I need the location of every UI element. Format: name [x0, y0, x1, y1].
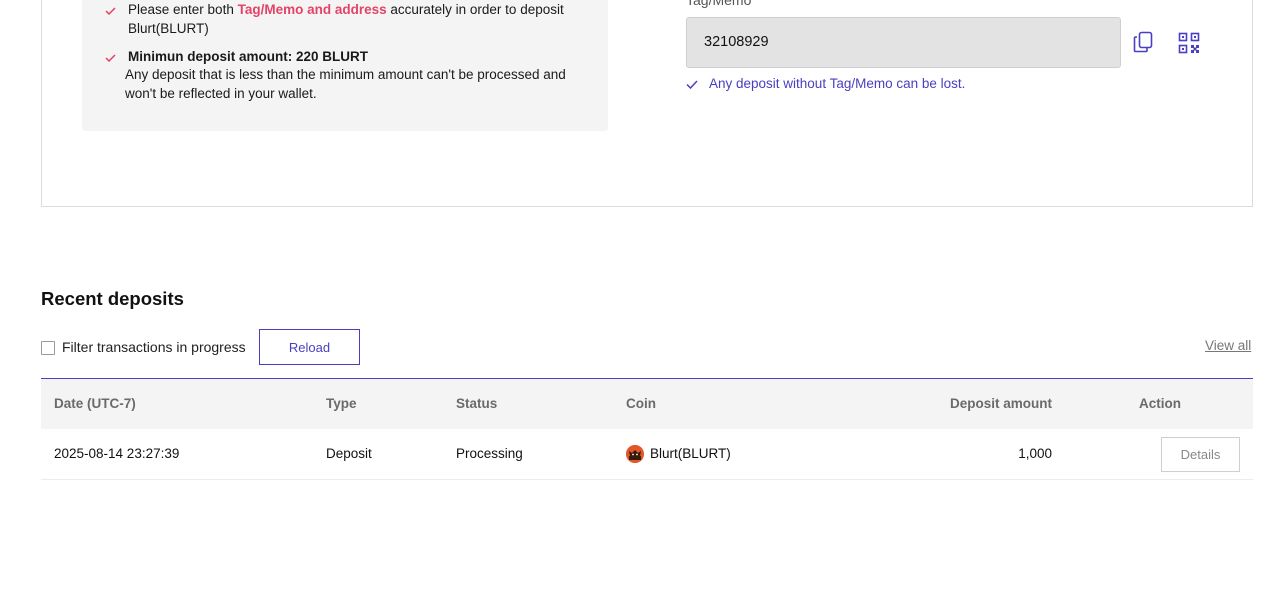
memo-warning-text: Any deposit without Tag/Memo can be lost…	[709, 76, 966, 91]
header-coin: Coin	[626, 396, 656, 411]
header-status: Status	[456, 396, 498, 411]
qr-code-icon[interactable]	[1178, 32, 1200, 54]
details-button[interactable]: Details	[1161, 437, 1240, 472]
deposits-table: Date (UTC-7) Type Status Coin Deposit am…	[41, 378, 1253, 480]
table-row: 2025-08-14 23:27:39 Deposit Processing B…	[41, 429, 1253, 480]
reload-button[interactable]: Reload	[259, 329, 360, 365]
notice-item-2-title: Minimun deposit amount: 220 BLURT	[128, 49, 369, 64]
check-icon	[105, 7, 116, 15]
filter-label: Filter transactions in progress	[62, 339, 246, 355]
notice-item-1: Please enter both Tag/Memo and address a…	[128, 1, 578, 38]
filter-checkbox[interactable]	[41, 341, 55, 355]
row-type: Deposit	[326, 446, 372, 461]
memo-value: 32108929	[704, 34, 769, 50]
copy-icon[interactable]	[1133, 31, 1155, 53]
row-status: Processing	[456, 446, 523, 461]
notice-item-1-prefix: Please enter both	[128, 2, 238, 17]
memo-field[interactable]: 32108929	[686, 17, 1121, 68]
memo-label: Tag/Memo	[686, 0, 752, 8]
header-action: Action	[1139, 396, 1181, 411]
header-amount: Deposit amount	[949, 396, 1052, 411]
view-all-link[interactable]: View all	[1205, 338, 1251, 353]
deposit-notice-box: Please enter both Tag/Memo and address a…	[82, 0, 608, 131]
notice-item-2-body: Any deposit that is less than the minimu…	[125, 67, 566, 101]
notice-item-1-highlight: Tag/Memo and address	[237, 2, 387, 17]
row-amount: 1,000	[1018, 446, 1052, 461]
recent-deposits-title: Recent deposits	[41, 288, 184, 309]
table-header: Date (UTC-7) Type Status Coin Deposit am…	[41, 379, 1253, 429]
row-date: 2025-08-14 23:27:39	[54, 446, 180, 461]
header-date: Date (UTC-7)	[54, 396, 136, 411]
row-coin: Blurt(BLURT)	[650, 446, 731, 461]
check-icon	[686, 80, 698, 89]
check-icon	[105, 54, 116, 62]
blurt-coin-icon	[626, 445, 644, 463]
header-type: Type	[326, 396, 357, 411]
